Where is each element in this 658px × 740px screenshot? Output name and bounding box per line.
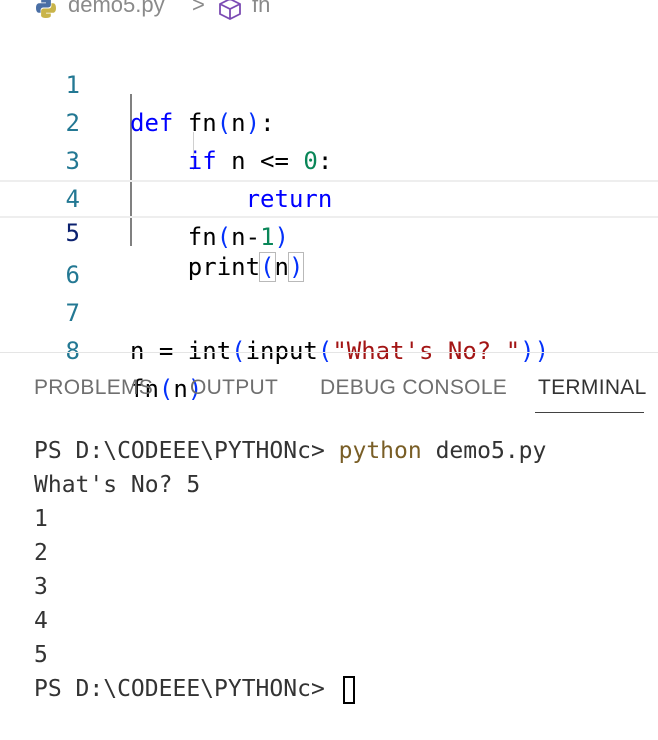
code-line[interactable]: 8 fn(n) bbox=[0, 294, 658, 403]
terminal-line: PS D:\CODEEE\PYTHONc> python demo5.py bbox=[34, 438, 547, 464]
code-line[interactable]: 6 bbox=[0, 218, 658, 289]
cube-symbol-icon bbox=[219, 0, 241, 20]
terminal-line: 1 bbox=[34, 506, 48, 532]
terminal-line: 4 bbox=[34, 608, 48, 634]
breadcrumb-file[interactable]: demo5.py bbox=[68, 0, 165, 18]
code-line[interactable]: 2 if n <= 0: bbox=[0, 66, 658, 175]
terminal-line: 3 bbox=[34, 574, 48, 600]
chevron-right-icon: > bbox=[192, 0, 205, 17]
line-number: 8 bbox=[65, 337, 80, 365]
python-file-icon bbox=[36, 0, 56, 18]
terminal-cursor bbox=[342, 675, 355, 704]
code-line[interactable]: 4 fn(n-1) bbox=[0, 142, 658, 251]
terminal-prompt-line[interactable]: PS D:\CODEEE\PYTHONc> bbox=[34, 672, 355, 706]
code-line[interactable]: 1 def fn(n): bbox=[0, 28, 658, 137]
breadcrumb-symbol[interactable]: fn bbox=[252, 0, 270, 18]
code-line[interactable]: 3 return bbox=[0, 104, 658, 213]
terminal-line: 2 bbox=[34, 540, 48, 566]
breadcrumb: demo5.py > fn bbox=[0, 0, 658, 24]
active-tab-indicator bbox=[535, 412, 644, 413]
tab-terminal[interactable]: TERMINAL bbox=[538, 376, 647, 400]
panel-divider bbox=[0, 352, 658, 353]
code-editor[interactable]: 1 def fn(n): 2 if n <= 0: 3 return 4 fn(… bbox=[0, 28, 658, 403]
panel-tabs: PROBLEMS OUTPUT DEBUG CONSOLE TERMINAL bbox=[0, 372, 658, 416]
terminal-line: What's No? 5 bbox=[34, 472, 201, 498]
code-line[interactable]: 7 n = int(input("What's No? ")) bbox=[0, 256, 658, 365]
tab-debug-console[interactable]: DEBUG CONSOLE bbox=[320, 376, 507, 400]
code-line-current[interactable]: 5 print(n) bbox=[0, 180, 658, 282]
tab-problems[interactable]: PROBLEMS bbox=[34, 376, 153, 400]
terminal-line: 5 bbox=[34, 642, 48, 668]
tab-output[interactable]: OUTPUT bbox=[190, 376, 278, 400]
